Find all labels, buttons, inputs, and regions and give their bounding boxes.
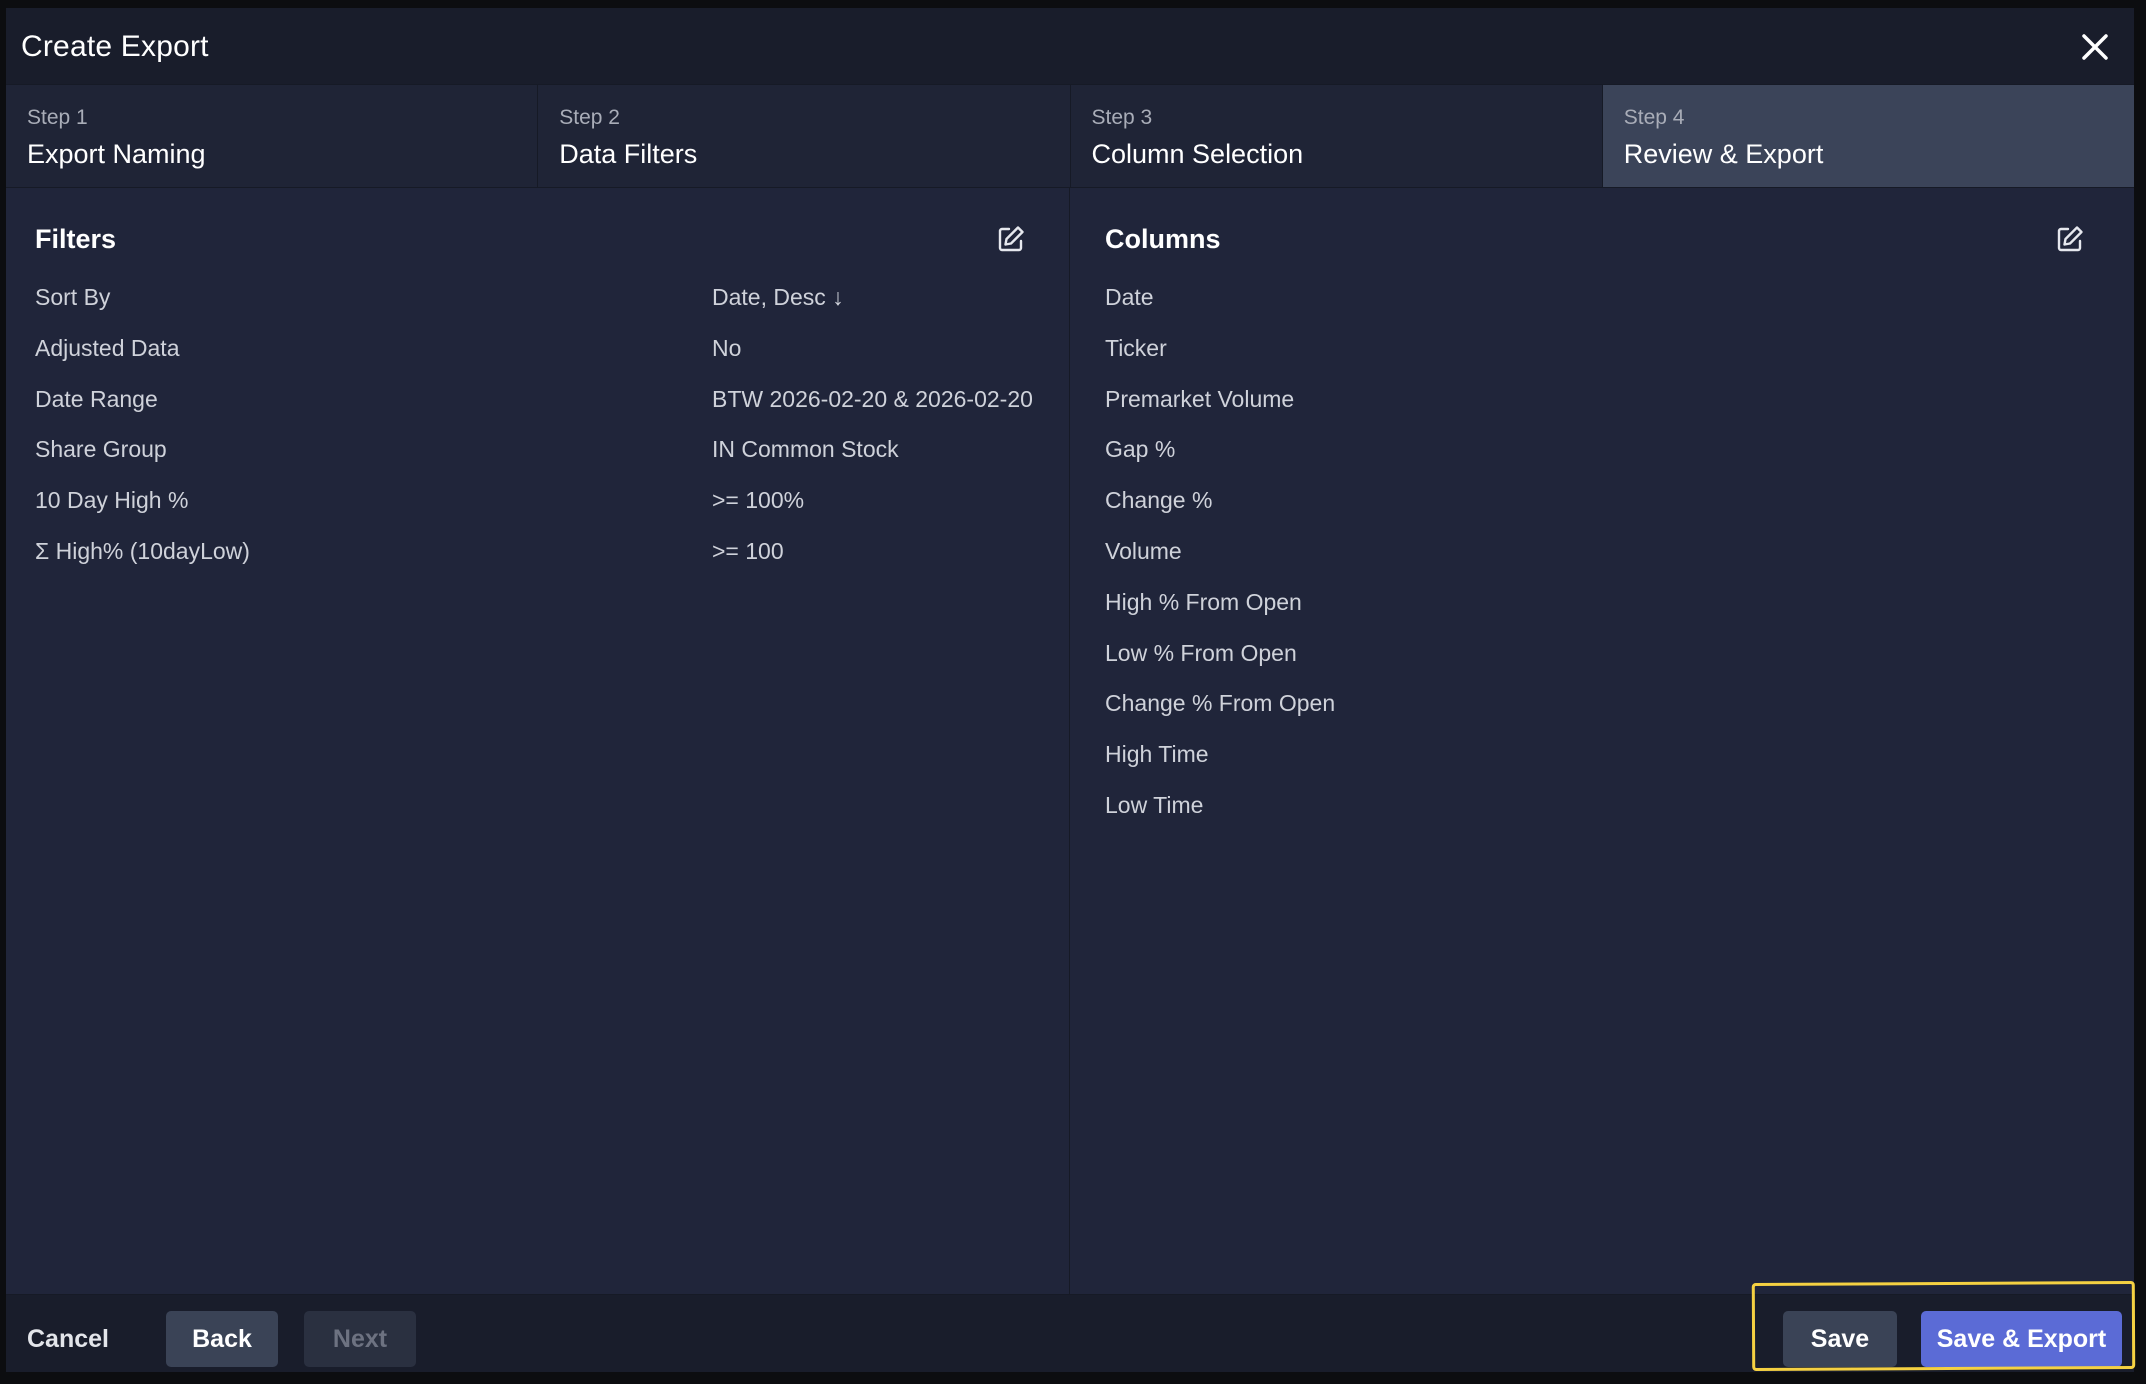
column-item: Date bbox=[1105, 284, 1154, 310]
step-data-filters[interactable]: Step 2 Data Filters bbox=[538, 85, 1071, 187]
filter-label: Sort By bbox=[35, 284, 111, 310]
column-item: Ticker bbox=[1105, 334, 1167, 361]
filter-value: IN Common Stock bbox=[712, 436, 899, 463]
save-button[interactable]: Save bbox=[1783, 1311, 1897, 1367]
create-export-dialog: Create Export Step 1 Export Naming Step … bbox=[6, 8, 2134, 1372]
filter-value: >= 100% bbox=[712, 487, 805, 514]
column-item: Change % From Open bbox=[1105, 690, 1336, 717]
step-export-naming[interactable]: Step 1 Export Naming bbox=[6, 85, 539, 187]
wizard-steps: Step 1 Export Naming Step 2 Data Filters… bbox=[6, 84, 2134, 188]
save-and-export-button[interactable]: Save & Export bbox=[1921, 1311, 2122, 1367]
filter-value: Date, Desc ↓ bbox=[712, 284, 844, 310]
columns-panel: Columns Date Ticker Premarket Volume Gap % C… bbox=[1070, 188, 2134, 1294]
filter-label: Σ High% (10dayLow) bbox=[35, 538, 250, 564]
filter-label: Adjusted Data bbox=[35, 334, 180, 361]
step-number: Step 2 bbox=[559, 106, 620, 129]
filter-value: BTW 2026-02-20 & 2026-02-20 bbox=[712, 385, 1033, 412]
dialog-header: Create Export bbox=[6, 8, 2134, 84]
filter-value: >= 100 bbox=[712, 538, 784, 564]
columns-title: Columns bbox=[1105, 224, 1221, 254]
next-button[interactable]: Next bbox=[304, 1311, 416, 1367]
step-column-selection[interactable]: Step 3 Column Selection bbox=[1071, 85, 1603, 187]
filter-label: 10 Day High % bbox=[35, 487, 189, 514]
column-item: Gap % bbox=[1105, 436, 1176, 463]
filter-label: Share Group bbox=[35, 436, 167, 463]
cancel-button[interactable]: Cancel bbox=[20, 1311, 116, 1367]
edit-filters-icon[interactable] bbox=[996, 224, 1026, 254]
column-item: Low Time bbox=[1105, 792, 1204, 818]
step-name: Export Naming bbox=[27, 139, 206, 169]
column-item: Low % From Open bbox=[1105, 639, 1297, 666]
filters-title: Filters bbox=[35, 224, 117, 254]
column-item: Change % bbox=[1105, 487, 1213, 514]
step-number: Step 1 bbox=[27, 106, 88, 129]
filter-value: No bbox=[712, 334, 742, 361]
step-number: Step 4 bbox=[1623, 106, 1685, 129]
column-item: Premarket Volume bbox=[1105, 385, 1295, 412]
column-item: Volume bbox=[1105, 538, 1182, 564]
dialog-footer: Cancel Back Next Save Save & Export bbox=[6, 1294, 2134, 1372]
filters-panel: Filters Sort By Date, Desc ↓ Adjusted Data… bbox=[6, 188, 1070, 1294]
step-name: Column Selection bbox=[1091, 139, 1304, 169]
edit-columns-icon[interactable] bbox=[2055, 224, 2085, 254]
column-item: High % From Open bbox=[1105, 588, 1302, 615]
dialog-title: Create Export bbox=[21, 30, 209, 63]
filter-label: Date Range bbox=[35, 385, 158, 412]
step-name: Data Filters bbox=[559, 139, 698, 169]
step-number: Step 3 bbox=[1091, 106, 1153, 129]
column-item: High Time bbox=[1105, 741, 1209, 768]
step-review-export[interactable]: Step 4 Review & Export bbox=[1602, 85, 2134, 187]
step-name: Review & Export bbox=[1623, 139, 1824, 169]
close-icon[interactable] bbox=[2078, 30, 2112, 64]
back-button[interactable]: Back bbox=[166, 1311, 278, 1367]
